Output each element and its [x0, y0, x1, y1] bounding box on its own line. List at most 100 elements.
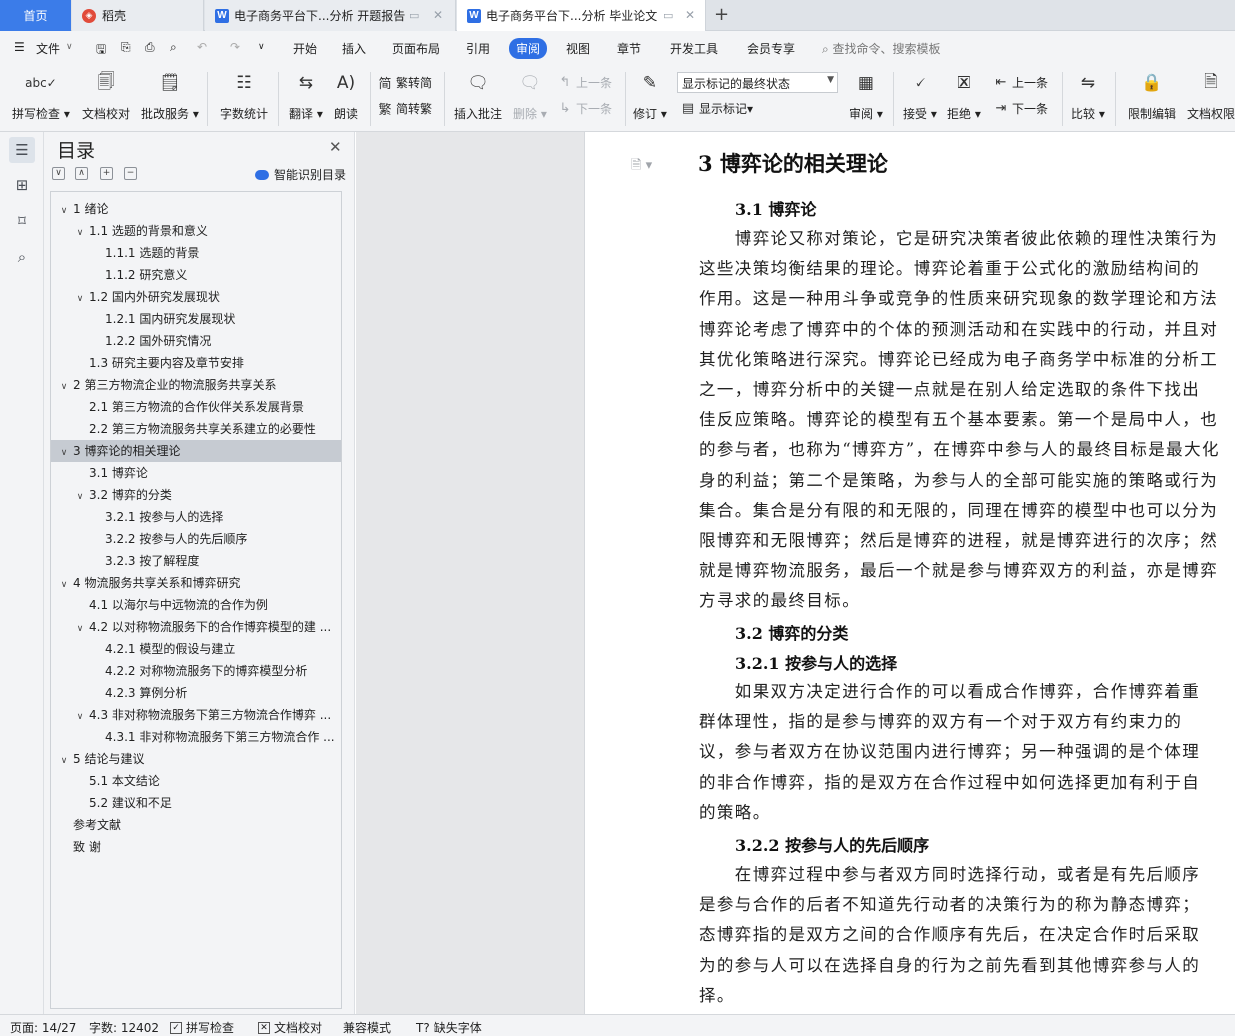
show-markup-button[interactable]: ▤ 显示标记 ▾ — [680, 100, 753, 117]
reject-button[interactable]: 🗷 拒绝 ▾ — [947, 70, 981, 122]
tab-close-icon[interactable]: ✕ — [685, 8, 695, 22]
chevron-down-icon[interactable]: ∨ — [66, 42, 73, 52]
toc-item[interactable]: ∨ 1.2 国内外研究发展现状 — [51, 286, 341, 308]
toc-item[interactable]: ∨ 5 结论与建议 — [51, 748, 341, 770]
tab-monitor-icon[interactable]: ▭ — [663, 9, 673, 22]
toc-item[interactable]: 4.3.1 非对称物流服务下第三方物流合作 ... — [51, 726, 341, 748]
toc-item[interactable]: 3.2.1 按参与人的选择 — [51, 506, 341, 528]
batch-service-button[interactable]: 🗒 批改服务 ▾ — [141, 70, 199, 122]
print-preview-icon[interactable]: ⌕ — [170, 40, 177, 55]
expand-up-icon[interactable]: ∧ — [75, 167, 88, 180]
menu-insert[interactable]: 插入 — [342, 40, 366, 57]
status-spellcheck[interactable]: ✓ 拼写检查 — [170, 1019, 234, 1036]
quick-access-dropdown-icon[interactable]: ∨ — [258, 42, 265, 52]
chevron-down-icon[interactable]: ∨ — [73, 222, 87, 242]
toc-item[interactable]: 2.1 第三方物流的合作伙伴关系发展背景 — [51, 396, 341, 418]
restrict-edit-button[interactable]: 🔒 限制编辑 — [1128, 70, 1176, 122]
menu-home[interactable]: 开始 — [293, 40, 317, 57]
close-icon[interactable]: ✕ — [329, 138, 342, 156]
menu-page-layout[interactable]: 页面布局 — [392, 40, 440, 57]
tab-daoke[interactable]: ◈ 稻壳 — [72, 0, 204, 31]
toc-item[interactable]: 1.1.2 研究意义 — [51, 264, 341, 286]
toc-item[interactable]: 1.2.2 国外研究情况 — [51, 330, 341, 352]
word-count-indicator[interactable]: 字数: 12402 — [89, 1019, 159, 1036]
toc-item[interactable]: 5.1 本文结论 — [51, 770, 341, 792]
save-icon[interactable]: 🖫 — [96, 40, 106, 61]
bookmark-icon[interactable]: ⌑ — [9, 208, 35, 234]
compare-button[interactable]: ⇋ 比较 ▾ — [1071, 70, 1105, 122]
chevron-down-icon[interactable]: ∨ — [57, 574, 71, 594]
toc-item[interactable]: 4.1 以海尔与中远物流的合作为例 — [51, 594, 341, 616]
menu-review[interactable]: 审阅 — [509, 38, 548, 59]
status-doc-proof[interactable]: ✕ 文档校对 — [258, 1019, 322, 1036]
menu-member[interactable]: 会员专享 — [747, 40, 795, 57]
spellcheck-button[interactable]: abc✓ 拼写检查 ▾ — [12, 70, 70, 122]
toc-item[interactable]: ∨ 1.1 选题的背景和意义 — [51, 220, 341, 242]
toc-item[interactable]: 1.2.1 国内研究发展现状 — [51, 308, 341, 330]
next-change-button[interactable]: ⇥ 下一条 — [993, 100, 1048, 117]
toc-item[interactable]: 3.1 博弈论 — [51, 462, 341, 484]
translate-button[interactable]: ⇆ 翻译 ▾ — [289, 70, 323, 122]
toc-item[interactable]: 4.2.1 模型的假设与建立 — [51, 638, 341, 660]
toc-item[interactable]: ∨ 4.3 非对称物流服务下第三方物流合作博弈 ... — [51, 704, 341, 726]
toc-item[interactable]: ∨ 3.2 博弈的分类 — [51, 484, 341, 506]
tab-doc-thesis[interactable]: W 电子商务平台下...分析 毕业论文 ▭ ✕ — [457, 0, 706, 31]
command-search[interactable]: ⌕ 查找命令、搜索模板 — [822, 40, 941, 57]
toc-item[interactable]: ∨ 4.2 以对称物流服务下的合作博弈模型的建 ... — [51, 616, 341, 638]
menu-developer[interactable]: 开发工具 — [670, 40, 718, 57]
chevron-down-icon[interactable]: ∨ — [73, 288, 87, 308]
toc-item[interactable]: 1.1.1 选题的背景 — [51, 242, 341, 264]
toc-item[interactable]: 4.2.2 对称物流服务下的博弈模型分析 — [51, 660, 341, 682]
chapter-nav-icon[interactable]: ⊞ — [9, 172, 35, 198]
toc-item[interactable]: 参考文献 — [51, 814, 341, 836]
smart-toc-button[interactable]: 智能识别目录 — [255, 166, 346, 183]
print-icon[interactable]: ⎙ — [145, 40, 155, 55]
word-count-button[interactable]: ☷ 字数统计 — [220, 70, 268, 122]
doc-proof-button[interactable]: 🗐 文档校对 — [82, 70, 130, 122]
toc-item[interactable]: ∨ 2 第三方物流企业的物流服务共享关系 — [51, 374, 341, 396]
tab-home[interactable]: 首页 — [0, 0, 71, 31]
accept-button[interactable]: 🗸 接受 ▾ — [903, 70, 937, 122]
tab-close-icon[interactable]: ✕ — [433, 8, 443, 22]
menu-references[interactable]: 引用 — [466, 40, 490, 57]
chevron-down-icon[interactable]: ∨ — [73, 486, 87, 506]
toc-item[interactable]: 3.2.2 按参与人的先后顺序 — [51, 528, 341, 550]
insert-comment-button[interactable]: 🗨 插入批注 — [454, 70, 502, 122]
next-comment-button[interactable]: ↳ 下一条 — [557, 100, 612, 117]
page-indicator[interactable]: 页面: 14/27 — [10, 1019, 76, 1036]
read-aloud-button[interactable]: A) 朗读 — [333, 70, 359, 122]
tab-doc-proposal[interactable]: W 电子商务平台下...分析 开题报告 ▭ ✕ — [205, 0, 456, 31]
toc-pane-icon[interactable]: ☰ — [9, 137, 35, 163]
collapse-all-icon[interactable]: ∨ — [52, 167, 65, 180]
menu-file[interactable]: 文件 — [36, 40, 60, 57]
chevron-down-icon[interactable]: ∨ — [73, 618, 87, 638]
trad-to-simp-button[interactable]: 简繁转简 — [377, 74, 432, 92]
new-tab-icon[interactable]: + — [714, 4, 729, 25]
prev-change-button[interactable]: ⇤ 上一条 — [993, 74, 1048, 91]
toc-item[interactable]: ∨ 4 物流服务共享关系和博弈研究 — [51, 572, 341, 594]
remove-heading-icon[interactable]: − — [124, 167, 137, 180]
tab-monitor-icon[interactable]: ▭ — [409, 9, 419, 22]
markup-state-dropdown[interactable]: 显示标记的最终状态 ▼ — [677, 72, 838, 93]
page-options-icon[interactable]: 🗎 ▾ — [631, 156, 652, 178]
simp-to-trad-button[interactable]: 繁简转繁 — [377, 100, 432, 118]
delete-comment-button[interactable]: 🗨 删除 ▾ — [513, 70, 547, 122]
document-page[interactable]: 🗎 ▾ 3 博弈论的相关理论 3.1 博弈论 博弈论又称对策论，它是研究决策者彼… — [584, 132, 1235, 1014]
add-heading-icon[interactable]: + — [100, 167, 113, 180]
chevron-down-icon[interactable]: ∨ — [57, 200, 71, 220]
toc-item[interactable]: ∨ 1 绪论 — [51, 198, 341, 220]
toc-item[interactable]: 5.2 建议和不足 — [51, 792, 341, 814]
doc-permission-button[interactable]: 🗎 文档权限 — [1187, 70, 1235, 122]
track-changes-button[interactable]: ✎ 修订 ▾ — [633, 70, 667, 122]
missing-font-button[interactable]: T? 缺失字体 — [416, 1019, 482, 1036]
prev-comment-button[interactable]: ↰ 上一条 — [557, 74, 612, 91]
toc-item[interactable]: 4.2.3 算例分析 — [51, 682, 341, 704]
chevron-down-icon[interactable]: ∨ — [73, 706, 87, 726]
chevron-down-icon[interactable]: ∨ — [57, 442, 71, 462]
toc-item[interactable]: 2.2 第三方物流服务共享关系建立的必要性 — [51, 418, 341, 440]
toc-item[interactable]: ∨ 3 博弈论的相关理论 — [51, 440, 341, 462]
review-pane-button[interactable]: ▦ 审阅 ▾ — [849, 70, 883, 122]
hamburger-icon[interactable]: ☰ — [14, 40, 25, 54]
chevron-down-icon[interactable]: ∨ — [57, 376, 71, 396]
export-icon[interactable]: ⎘ — [121, 40, 131, 55]
